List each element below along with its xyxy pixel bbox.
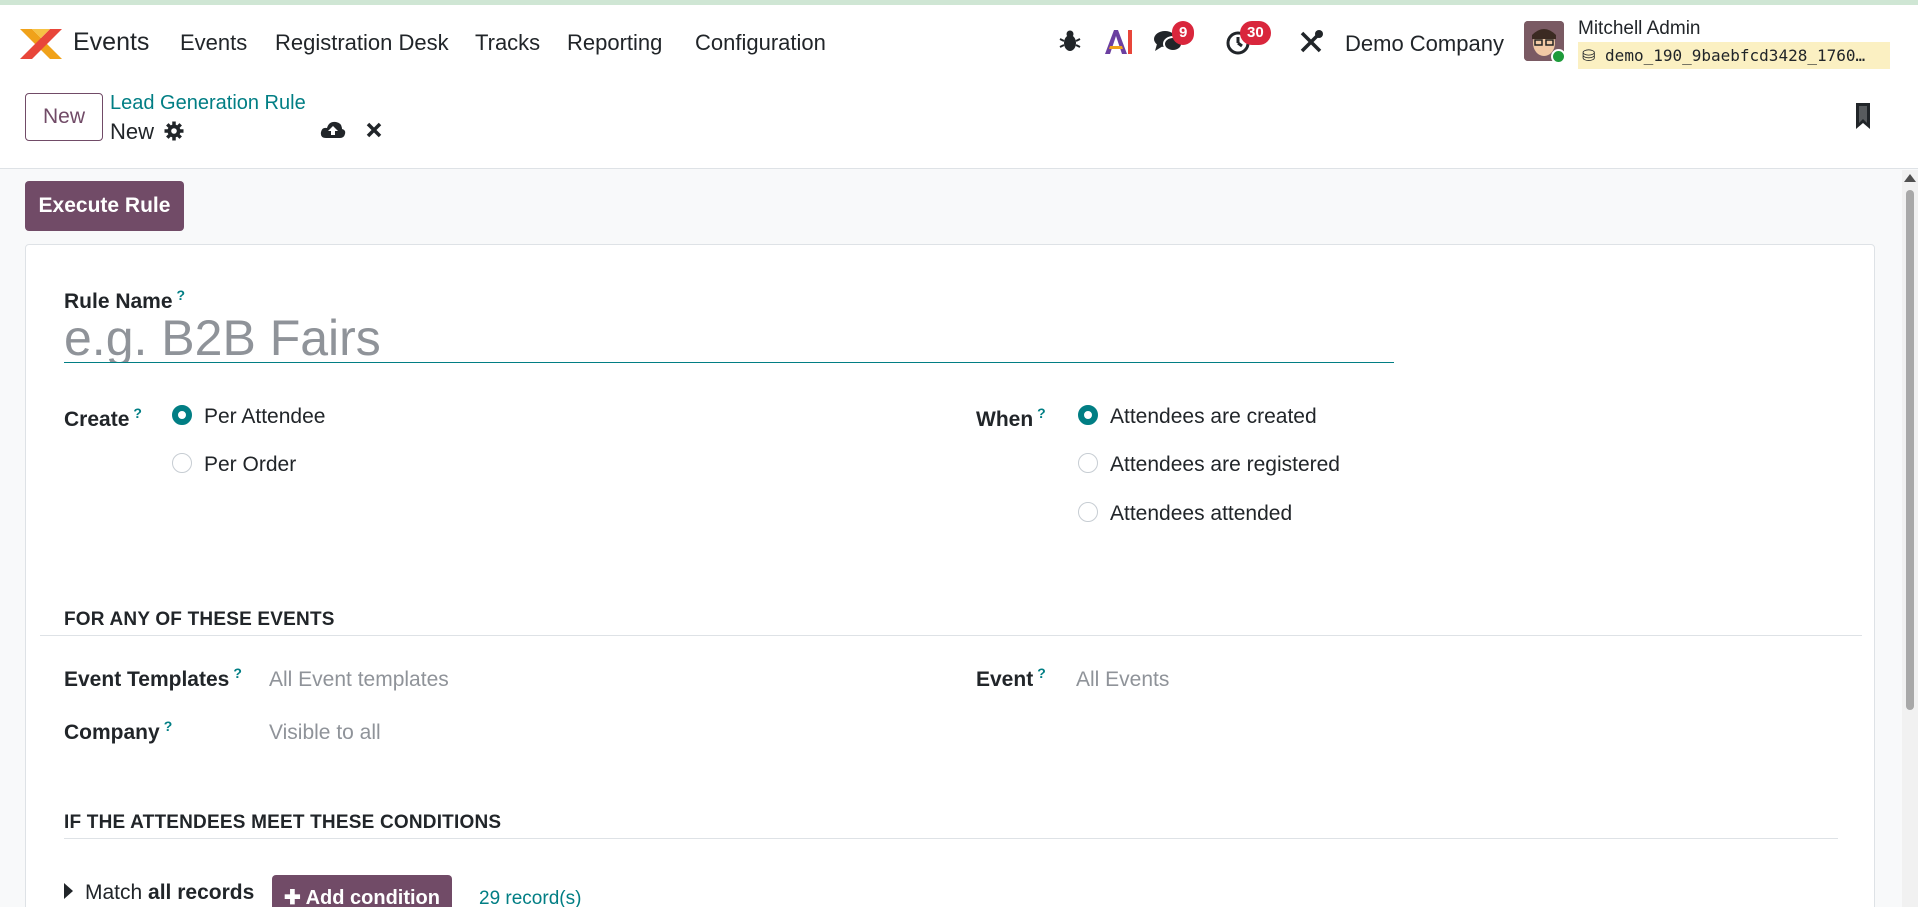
radio-per-order[interactable]: Per Order	[172, 453, 296, 477]
menu-events[interactable]: Events	[180, 30, 247, 56]
user-name[interactable]: Mitchell Admin	[1578, 18, 1701, 40]
messages-badge: 9	[1172, 21, 1195, 45]
menu-registration-desk[interactable]: Registration Desk	[275, 30, 449, 56]
main-navbar: Events Events Registration Desk Tracks R…	[0, 5, 1918, 79]
breadcrumb-current: New	[110, 119, 155, 144]
radio-circle[interactable]	[1078, 502, 1098, 523]
radio-attendees-registered-label: Attendees are registered	[1110, 453, 1340, 476]
add-condition-button[interactable]: ✚ Add condition	[272, 875, 452, 907]
rule-name-input[interactable]	[64, 313, 1394, 363]
scroll-up-arrow-icon[interactable]	[1904, 174, 1916, 182]
event-help[interactable]: ?	[1037, 665, 1046, 681]
database-icon: ⛁	[1582, 46, 1596, 65]
company-field[interactable]: Visible to all	[269, 721, 381, 745]
control-panel: New Lead Generation Rule New	[0, 79, 1918, 169]
company-switcher[interactable]: Demo Company	[1345, 31, 1504, 57]
execute-rule-button[interactable]: Execute Rule	[25, 181, 184, 231]
radio-attendees-attended-label: Attendees attended	[1110, 502, 1293, 525]
scrollbar-thumb[interactable]	[1906, 190, 1914, 710]
event-templates-label: Event Templates?	[64, 665, 242, 692]
radio-circle-checked[interactable]	[172, 405, 192, 426]
radio-attendees-created[interactable]: Attendees are created	[1078, 405, 1317, 429]
gear-icon[interactable]	[164, 121, 184, 141]
database-name-text: demo_190_9baebfcd3428_1760…	[1605, 46, 1866, 65]
when-label: When?	[976, 405, 1046, 432]
new-button[interactable]: New	[25, 93, 103, 141]
match-mode[interactable]: all records	[148, 881, 254, 904]
cloud-upload-icon[interactable]	[320, 120, 346, 140]
match-toggle[interactable]: Match all records	[64, 881, 254, 905]
radio-circle-checked[interactable]	[1078, 405, 1098, 426]
menu-configuration[interactable]: Configuration	[695, 30, 826, 56]
tools-icon[interactable]	[1298, 29, 1324, 55]
breadcrumb-parent[interactable]: Lead Generation Rule	[110, 92, 306, 115]
bug-icon[interactable]	[1059, 29, 1081, 53]
discard-icon[interactable]	[365, 121, 383, 139]
radio-circle[interactable]	[1078, 453, 1098, 474]
records-count-link[interactable]: 29 record(s)	[479, 888, 581, 907]
event-templates-label-text: Event Templates	[64, 668, 230, 691]
events-app-logo-icon[interactable]	[18, 27, 64, 61]
menu-tracks[interactable]: Tracks	[475, 30, 540, 56]
company-label: Company?	[64, 718, 172, 745]
menu-reporting[interactable]: Reporting	[567, 30, 662, 56]
create-help[interactable]: ?	[133, 405, 142, 421]
when-help[interactable]: ?	[1037, 405, 1046, 421]
ai-icon[interactable]	[1103, 28, 1133, 56]
form-sheet: Rule Name? Create? Per Attendee Per Orde…	[25, 244, 1875, 907]
section-divider	[64, 838, 1838, 839]
rule-name-label-text: Rule Name	[64, 290, 173, 313]
caret-right-icon[interactable]	[64, 883, 73, 900]
radio-circle[interactable]	[172, 453, 192, 474]
radio-per-attendee-label: Per Attendee	[204, 405, 326, 428]
create-label: Create?	[64, 405, 142, 432]
radio-attendees-attended[interactable]: Attendees attended	[1078, 502, 1292, 526]
match-prefix: Match	[85, 881, 143, 904]
event-templates-field[interactable]: All Event templates	[269, 668, 449, 692]
plus-icon: ✚	[283, 886, 301, 907]
radio-attendees-created-label: Attendees are created	[1110, 405, 1317, 428]
radio-per-order-label: Per Order	[204, 453, 297, 476]
event-field[interactable]: All Events	[1076, 668, 1169, 692]
bookmark-icon[interactable]	[1854, 103, 1872, 131]
activities-badge: 30	[1240, 21, 1271, 45]
event-label: Event?	[976, 665, 1046, 692]
add-condition-label: Add condition	[305, 886, 440, 907]
database-name: ⛁ demo_190_9baebfcd3428_1760…	[1578, 42, 1890, 69]
company-label-text: Company	[64, 721, 160, 744]
when-label-text: When	[976, 408, 1034, 431]
section-conditions-title: IF THE ATTENDEES MEET THESE CONDITIONS	[64, 812, 502, 833]
section-divider	[40, 635, 1862, 636]
rule-name-label: Rule Name?	[64, 287, 185, 314]
radio-attendees-registered[interactable]: Attendees are registered	[1078, 453, 1340, 477]
online-status-dot	[1551, 49, 1566, 64]
company-help[interactable]: ?	[164, 718, 173, 734]
section-events-title: FOR ANY OF THESE EVENTS	[64, 609, 335, 630]
event-label-text: Event	[976, 668, 1034, 691]
event-templates-help[interactable]: ?	[233, 665, 242, 681]
radio-per-attendee[interactable]: Per Attendee	[172, 405, 325, 429]
rule-name-help[interactable]: ?	[177, 287, 186, 303]
app-name[interactable]: Events	[73, 28, 149, 57]
create-label-text: Create	[64, 408, 130, 431]
